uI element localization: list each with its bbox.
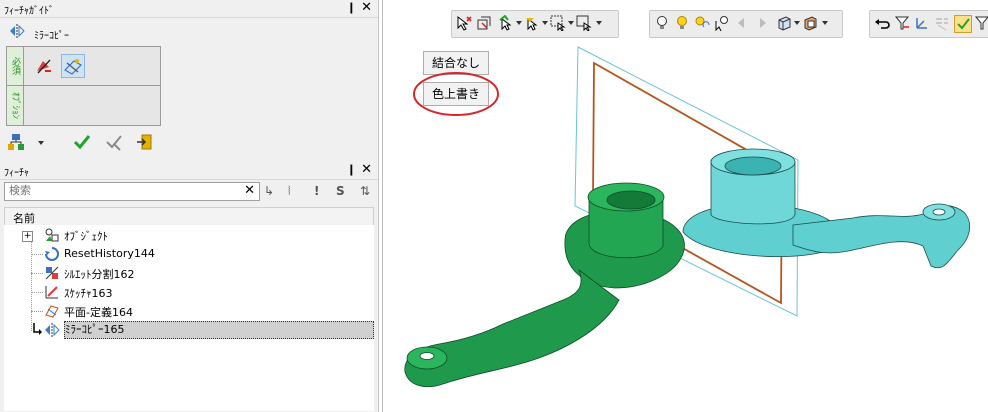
feature-guide-titlebar: ﾌｨｰﾁｬｶﾞｲﾄﾞ ❙ ✕ bbox=[0, 0, 378, 18]
check-icon[interactable] bbox=[72, 132, 92, 152]
tree-line bbox=[31, 254, 43, 256]
search-input[interactable] bbox=[5, 183, 233, 198]
chevron-down-icon[interactable] bbox=[36, 132, 46, 152]
model-scene bbox=[404, 46, 971, 388]
filter-s-button[interactable]: S bbox=[336, 184, 345, 198]
tree-item-label: ﾐﾗｰｺﾋﾟｰ165 bbox=[64, 321, 374, 339]
green-part bbox=[404, 182, 685, 388]
feature-tree: + ｵﾌﾞｼﾞｪｸﾄ ResetHistory144 ｼﾙｴｯﾄ分割162 ｽｹ… bbox=[4, 225, 374, 411]
tree-line bbox=[31, 273, 43, 275]
close-icon[interactable]: ✕ bbox=[361, 0, 372, 15]
current-position-arrow-icon bbox=[33, 323, 42, 335]
hierarchy-icon[interactable] bbox=[6, 132, 26, 152]
tree-item-plane[interactable]: 平面-定義164 bbox=[4, 302, 372, 320]
pin-icon[interactable]: ❙ bbox=[347, 163, 356, 176]
feature-guide-title: ﾌｨｰﾁｬｶﾞｲﾄﾞ bbox=[4, 6, 54, 17]
tree-item-sketch[interactable]: ｽｹｯﾁｬ163 bbox=[4, 283, 372, 301]
divider bbox=[7, 85, 160, 86]
guide-box: 必須 ｵﾌﾟｼｮﾝ bbox=[6, 46, 161, 126]
select-object-icon bbox=[37, 59, 51, 74]
left-panel: ﾌｨｰﾁｬｶﾞｲﾄﾞ ❙ ✕ ﾐﾗｰｺﾋﾟｰ 必須 ｵﾌﾟｼｮﾝ ﾌｨｰﾁｬ ❙… bbox=[0, 0, 379, 412]
tree-item-label: ｼﾙｴｯﾄ分割162 bbox=[64, 268, 135, 281]
command-name: ﾐﾗｰｺﾋﾟｰ bbox=[34, 31, 69, 42]
tree-item-resethistory[interactable]: ResetHistory144 bbox=[4, 245, 372, 263]
tree-item-object[interactable]: + ｵﾌﾞｼﾞｪｸﾄ bbox=[4, 226, 372, 244]
search-box: ✕ bbox=[4, 182, 260, 201]
close-icon[interactable]: ✕ bbox=[361, 162, 372, 177]
select-object-button[interactable] bbox=[33, 55, 55, 77]
tree-line bbox=[31, 311, 43, 313]
select-plane-icon bbox=[64, 59, 82, 75]
object-icon bbox=[45, 228, 59, 242]
sketch-icon bbox=[45, 286, 58, 299]
mirror-copy-icon bbox=[45, 323, 60, 337]
tree-item-label: ｵﾌﾞｼﾞｪｸﾄ bbox=[64, 230, 108, 243]
tree-item-label: 平面-定義164 bbox=[64, 306, 133, 319]
silhouette-split-icon bbox=[45, 266, 59, 280]
filter-chain-icon[interactable]: ⦚ bbox=[288, 184, 291, 199]
mirror-copy-icon bbox=[10, 24, 25, 38]
pin-icon[interactable]: ❙ bbox=[347, 1, 356, 14]
expand-toggle[interactable]: + bbox=[22, 231, 33, 242]
filter-warning-icon[interactable]: ! bbox=[314, 184, 319, 198]
feature-tree-title: ﾌｨｰﾁｬ bbox=[4, 168, 29, 179]
tree-line bbox=[31, 292, 43, 294]
column-header-name: 名前 bbox=[13, 212, 35, 225]
reset-history-icon bbox=[45, 247, 59, 261]
exit-icon[interactable] bbox=[134, 132, 154, 152]
feature-tree-titlebar: ﾌｨｰﾁｬ ❙ ✕ bbox=[0, 162, 378, 180]
tab-option[interactable]: ｵﾌﾟｼｮﾝ bbox=[7, 86, 24, 125]
filter-down-icon[interactable]: ↳ bbox=[264, 184, 274, 198]
plane-define-icon bbox=[45, 305, 59, 318]
3d-viewport[interactable]: 結合なし 色上書き bbox=[382, 0, 988, 412]
apply-continue-icon[interactable] bbox=[104, 132, 124, 152]
tree-item-silhouette[interactable]: ｼﾙｴｯﾄ分割162 bbox=[4, 264, 372, 282]
tree-item-label: ｽｹｯﾁｬ163 bbox=[64, 287, 113, 300]
cyan-part bbox=[682, 148, 971, 269]
clear-search-icon[interactable]: ✕ bbox=[244, 183, 255, 198]
select-plane-button[interactable] bbox=[61, 54, 85, 78]
tab-required[interactable]: 必須 bbox=[7, 47, 24, 85]
tree-column-header[interactable]: 名前 bbox=[4, 207, 374, 226]
sort-icon[interactable]: ⇅ bbox=[360, 184, 370, 198]
tree-item-mirror-copy[interactable]: ﾐﾗｰｺﾋﾟｰ165 bbox=[4, 321, 374, 339]
tree-item-label: ResetHistory144 bbox=[64, 247, 155, 260]
